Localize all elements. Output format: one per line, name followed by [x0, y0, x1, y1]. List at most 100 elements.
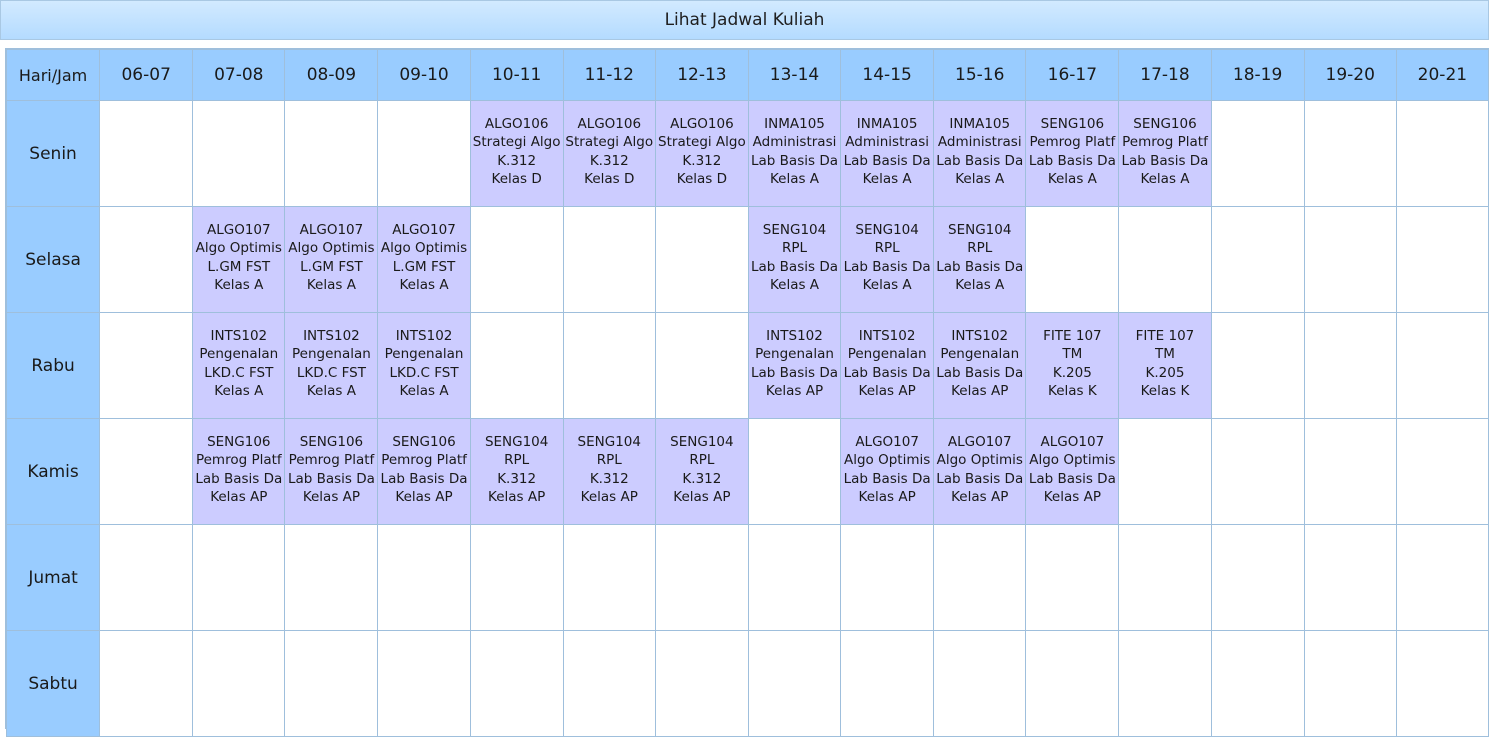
hour-header: 06-07 — [99, 49, 194, 101]
schedule-slot-empty — [1118, 524, 1212, 631]
schedule-slot-filled[interactable]: INMA105 Administrasi Lab Basis Da Kelas A — [747, 100, 842, 207]
schedule-slot-filled[interactable]: SENG106 Pemrog Platf Lab Basis Da Kelas AP — [192, 418, 286, 525]
course-code: ALGO106 — [577, 115, 642, 132]
day-label: Rabu — [5, 312, 101, 419]
schedule-slot-filled[interactable]: INMA105 Administrasi Lab Basis Da Kelas A — [840, 100, 935, 207]
schedule-slot-filled[interactable]: SENG106 Pemrog Platf Lab Basis Da Kelas A — [1118, 100, 1212, 207]
schedule-slot-filled[interactable]: SENG104 RPL Lab Basis Da Kelas A — [840, 206, 935, 313]
schedule-slot-empty — [192, 100, 286, 207]
course-name: Pemrog Platf — [1029, 134, 1116, 150]
schedule-slot-filled[interactable]: SENG106 Pemrog Platf Lab Basis Da Kelas AP — [377, 418, 471, 525]
schedule-slot-filled[interactable]: SENG104 RPL Lab Basis Da Kelas A — [933, 206, 1027, 313]
schedule-slot-empty — [1303, 630, 1397, 737]
course-room: K.312 — [497, 470, 537, 487]
schedule-slot-empty — [933, 630, 1027, 737]
schedule-slot-empty — [284, 100, 379, 207]
course-name: RPL — [967, 240, 993, 256]
course-name: Administrasi — [937, 134, 1022, 150]
course-class: Kelas AP — [673, 489, 731, 505]
schedule-slot-filled[interactable]: SENG104 RPL Lab Basis Da Kelas A — [747, 206, 842, 313]
schedule-slot-filled[interactable]: ALGO106 Strategi Algo K.312 Kelas D — [654, 100, 749, 207]
course-name: Algo Optimis — [936, 452, 1023, 468]
schedule-slot-filled[interactable]: SENG104 RPL K.312 Kelas AP — [562, 418, 656, 525]
schedule-slot-filled[interactable]: INTS102 Pengenalan LKD.C FST Kelas A — [192, 312, 286, 419]
schedule-slot-filled[interactable]: ALGO106 Strategi Algo K.312 Kelas D — [469, 100, 564, 207]
schedule-slot-empty — [192, 524, 286, 631]
course-room: Lab Basis Da — [751, 258, 838, 275]
schedule-slot-filled[interactable]: INTS102 Pengenalan LKD.C FST Kelas A — [284, 312, 379, 419]
course-class: Kelas D — [491, 171, 542, 187]
schedule-slot-empty — [1118, 418, 1212, 525]
schedule-slot-filled[interactable]: FITE 107 TM K.205 Kelas K — [1025, 312, 1120, 419]
schedule-slot-filled[interactable]: INMA105 Administrasi Lab Basis Da Kelas A — [933, 100, 1027, 207]
course-code: ALGO107 — [392, 221, 456, 238]
schedule-slot-empty — [1210, 418, 1305, 525]
course-code: SENG106 — [207, 433, 271, 450]
class-entry: SENG104 RPL K.312 Kelas AP — [564, 433, 654, 507]
course-code: SENG106 — [1133, 115, 1197, 132]
schedule-slot-empty — [469, 630, 564, 737]
course-class: Kelas AP — [302, 489, 361, 505]
schedule-slot-filled[interactable]: ALGO106 Strategi Algo K.312 Kelas D — [562, 100, 656, 207]
course-room: LKD.C FST — [296, 364, 366, 381]
course-room: Lab Basis Da — [195, 470, 283, 487]
course-name: Pengenalan — [755, 346, 834, 362]
hour-header: 20-21 — [1395, 49, 1489, 101]
course-code: INTS102 — [395, 327, 453, 344]
schedule-slot-filled[interactable]: INTS102 Pengenalan Lab Basis Da Kelas AP — [840, 312, 935, 419]
schedule-slot-filled[interactable]: ALGO107 Algo Optimis L.GM FST Kelas A — [377, 206, 471, 313]
course-code: ALGO107 — [1040, 433, 1105, 450]
schedule-slot-empty — [1025, 524, 1120, 631]
schedule-slot-filled[interactable]: ALGO107 Algo Optimis Lab Basis Da Kelas AP — [933, 418, 1027, 525]
class-entry: INTS102 Pengenalan LKD.C FST Kelas A — [379, 327, 469, 401]
schedule-slot-empty — [192, 630, 286, 737]
schedule-slot-empty — [654, 312, 749, 419]
class-entry: INTS102 Pengenalan LKD.C FST Kelas A — [286, 327, 377, 401]
course-name: Pengenalan — [847, 346, 927, 362]
schedule-slot-empty — [1025, 630, 1120, 737]
day-label: Selasa — [5, 206, 101, 313]
day-row: Selasa ALGO107 Algo Optimis L.GM FST Kelas A… — [5, 206, 1489, 313]
schedule-slot-filled[interactable]: ALGO107 Algo Optimis Lab Basis Da Kelas AP — [1025, 418, 1120, 525]
course-name: Pemrog Platf — [381, 452, 467, 468]
course-room: Lab Basis Da — [1028, 470, 1116, 487]
schedule-slot-empty — [469, 524, 564, 631]
schedule-slot-empty — [840, 524, 935, 631]
schedule-slot-filled[interactable]: ALGO107 Algo Optimis Lab Basis Da Kelas AP — [840, 418, 935, 525]
schedule-slot-filled[interactable]: SENG104 RPL K.312 Kelas AP — [469, 418, 564, 525]
schedule-slot-filled[interactable]: INTS102 Pengenalan Lab Basis Da Kelas AP — [747, 312, 842, 419]
hour-header: 07-08 — [192, 49, 286, 101]
schedule-slot-filled[interactable]: SENG106 Pemrog Platf Lab Basis Da Kelas AP — [284, 418, 379, 525]
schedule-slot-filled[interactable]: FITE 107 TM K.205 Kelas K — [1118, 312, 1212, 419]
schedule-slot-filled[interactable]: SENG106 Pemrog Platf Lab Basis Da Kelas A — [1025, 100, 1120, 207]
course-room: LKD.C FST — [204, 364, 274, 381]
class-entry: ALGO107 Algo Optimis Lab Basis Da Kelas AP — [1027, 433, 1118, 507]
window-title-bar: Lihat Jadwal Kuliah — [0, 0, 1489, 40]
course-code: INTS102 — [303, 327, 360, 344]
class-entry: SENG106 Pemrog Platf Lab Basis Da Kelas AP — [194, 433, 284, 507]
course-code: ALGO107 — [947, 433, 1012, 450]
course-name: Algo Optimis — [1029, 452, 1116, 468]
course-room: K.312 — [682, 470, 722, 487]
schedule-slot-empty — [284, 524, 379, 631]
schedule-slot-filled[interactable]: ALGO107 Algo Optimis L.GM FST Kelas A — [192, 206, 286, 313]
schedule-slot-empty — [1303, 418, 1397, 525]
course-class: Kelas A — [1047, 171, 1097, 187]
course-class: Kelas AP — [858, 489, 916, 505]
schedule-slot-empty — [284, 630, 379, 737]
course-code: SENG104 — [577, 433, 641, 450]
schedule-slot-empty — [747, 418, 842, 525]
schedule-slot-filled[interactable]: INTS102 Pengenalan LKD.C FST Kelas A — [377, 312, 471, 419]
hour-header: 14-15 — [840, 49, 935, 101]
course-name: Pemrog Platf — [288, 452, 375, 468]
course-room: LKD.C FST — [389, 364, 459, 381]
course-class: Kelas A — [214, 383, 264, 399]
hour-header: 15-16 — [933, 49, 1027, 101]
schedule-slot-empty — [1395, 206, 1489, 313]
schedule-slot-filled[interactable]: SENG104 RPL K.312 Kelas AP — [654, 418, 749, 525]
schedule-slot-empty — [1303, 206, 1397, 313]
schedule-slot-filled[interactable]: INTS102 Pengenalan Lab Basis Da Kelas AP — [933, 312, 1027, 419]
course-name: TM — [1155, 346, 1175, 362]
schedule-slot-filled[interactable]: ALGO107 Algo Optimis L.GM FST Kelas A — [284, 206, 379, 313]
class-entry: ALGO107 Algo Optimis Lab Basis Da Kelas AP — [842, 433, 933, 507]
